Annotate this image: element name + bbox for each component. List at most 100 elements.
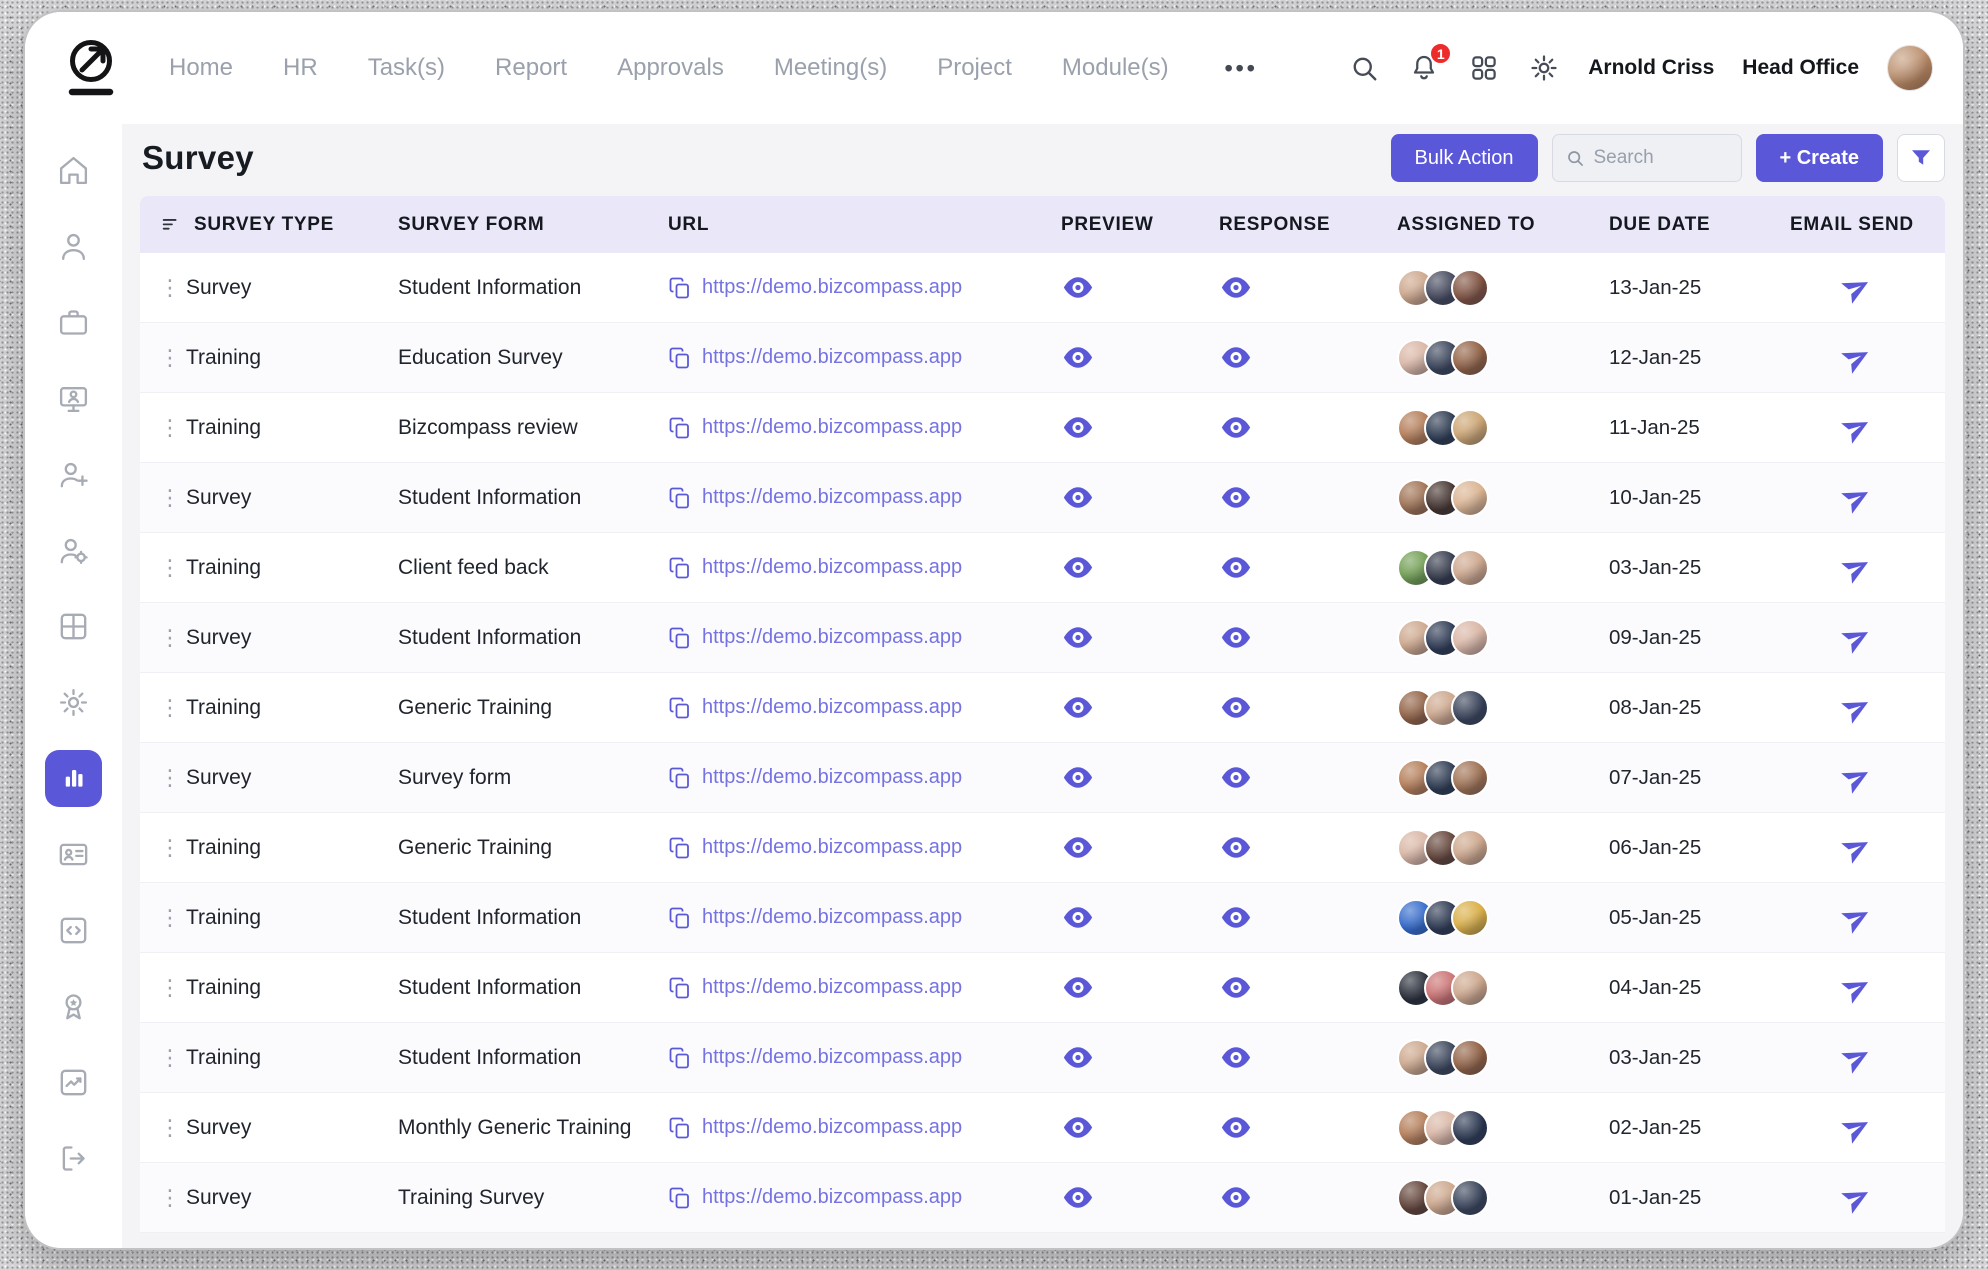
preview-eye-icon[interactable] bbox=[1063, 696, 1093, 719]
user-name[interactable]: Arnold Criss bbox=[1588, 56, 1714, 80]
notifications-bell-icon[interactable]: 1 bbox=[1408, 42, 1453, 84]
drag-handle-icon[interactable]: ⋮ bbox=[159, 276, 181, 299]
copy-url-icon[interactable] bbox=[668, 836, 692, 860]
copy-url-icon[interactable] bbox=[668, 346, 692, 370]
sidebar-add-user-icon[interactable] bbox=[25, 436, 122, 512]
search-box[interactable] bbox=[1551, 134, 1742, 182]
email-send-icon[interactable] bbox=[1837, 617, 1878, 658]
filter-button[interactable] bbox=[1897, 134, 1945, 182]
preview-eye-icon[interactable] bbox=[1063, 556, 1093, 579]
assigned-avatars[interactable] bbox=[1397, 478, 1601, 517]
nav-item[interactable]: Meeting(s) bbox=[774, 54, 887, 82]
assigned-avatars[interactable] bbox=[1397, 1038, 1601, 1077]
assignee-avatar[interactable] bbox=[1451, 688, 1489, 727]
email-send-icon[interactable] bbox=[1837, 337, 1878, 378]
search-input[interactable] bbox=[1593, 147, 1729, 169]
survey-url-link[interactable]: https://demo.bizcompass.app bbox=[702, 416, 962, 439]
nav-item[interactable]: Approvals bbox=[617, 54, 724, 82]
survey-url-link[interactable]: https://demo.bizcompass.app bbox=[702, 346, 962, 369]
drag-handle-icon[interactable]: ⋮ bbox=[159, 696, 181, 719]
drag-handle-icon[interactable]: ⋮ bbox=[159, 626, 181, 649]
copy-url-icon[interactable] bbox=[668, 556, 692, 580]
settings-gear-icon[interactable] bbox=[1528, 52, 1560, 84]
copy-url-icon[interactable] bbox=[668, 696, 692, 720]
survey-url-link[interactable]: https://demo.bizcompass.app bbox=[702, 1046, 962, 1069]
survey-url-link[interactable]: https://demo.bizcompass.app bbox=[702, 556, 962, 579]
nav-item[interactable]: Report bbox=[495, 54, 567, 82]
survey-url-link[interactable]: https://demo.bizcompass.app bbox=[702, 486, 962, 509]
email-send-icon[interactable] bbox=[1837, 1037, 1878, 1078]
response-eye-icon[interactable] bbox=[1221, 346, 1251, 369]
drag-handle-icon[interactable]: ⋮ bbox=[159, 766, 181, 789]
email-send-icon[interactable] bbox=[1837, 897, 1878, 938]
drag-handle-icon[interactable]: ⋮ bbox=[159, 1116, 181, 1139]
response-eye-icon[interactable] bbox=[1221, 1186, 1251, 1209]
preview-eye-icon[interactable] bbox=[1063, 486, 1093, 509]
preview-eye-icon[interactable] bbox=[1063, 346, 1093, 369]
nav-item[interactable]: Task(s) bbox=[368, 54, 445, 82]
survey-url-link[interactable]: https://demo.bizcompass.app bbox=[702, 836, 962, 859]
assigned-avatars[interactable] bbox=[1397, 618, 1601, 657]
preview-eye-icon[interactable] bbox=[1063, 766, 1093, 789]
sidebar-logout-icon[interactable] bbox=[25, 1120, 122, 1196]
response-eye-icon[interactable] bbox=[1221, 486, 1251, 509]
email-send-icon[interactable] bbox=[1837, 827, 1878, 868]
header-survey-type[interactable]: SURVEY TYPE bbox=[140, 214, 390, 236]
preview-eye-icon[interactable] bbox=[1063, 276, 1093, 299]
response-eye-icon[interactable] bbox=[1221, 416, 1251, 439]
survey-url-link[interactable]: https://demo.bizcompass.app bbox=[702, 906, 962, 929]
preview-eye-icon[interactable] bbox=[1063, 1186, 1093, 1209]
drag-handle-icon[interactable]: ⋮ bbox=[159, 976, 181, 999]
drag-handle-icon[interactable]: ⋮ bbox=[159, 1046, 181, 1069]
assigned-avatars[interactable] bbox=[1397, 268, 1601, 307]
copy-url-icon[interactable] bbox=[668, 766, 692, 790]
survey-url-link[interactable]: https://demo.bizcompass.app bbox=[702, 276, 962, 299]
response-eye-icon[interactable] bbox=[1221, 626, 1251, 649]
drag-handle-icon[interactable]: ⋮ bbox=[159, 416, 181, 439]
drag-handle-icon[interactable]: ⋮ bbox=[159, 836, 181, 859]
email-send-icon[interactable] bbox=[1837, 687, 1878, 728]
copy-url-icon[interactable] bbox=[668, 976, 692, 1000]
sidebar-idcard-icon[interactable] bbox=[25, 816, 122, 892]
email-send-icon[interactable] bbox=[1837, 267, 1878, 308]
assigned-avatars[interactable] bbox=[1397, 408, 1601, 447]
survey-url-link[interactable]: https://demo.bizcompass.app bbox=[702, 1186, 962, 1209]
response-eye-icon[interactable] bbox=[1221, 976, 1251, 999]
drag-handle-icon[interactable]: ⋮ bbox=[159, 556, 181, 579]
sidebar-rewards-icon[interactable] bbox=[25, 968, 122, 1044]
survey-url-link[interactable]: https://demo.bizcompass.app bbox=[702, 626, 962, 649]
response-eye-icon[interactable] bbox=[1221, 1046, 1251, 1069]
response-eye-icon[interactable] bbox=[1221, 836, 1251, 859]
assignee-avatar[interactable] bbox=[1451, 408, 1489, 447]
assigned-avatars[interactable] bbox=[1397, 828, 1601, 867]
sidebar-home-icon[interactable] bbox=[25, 132, 122, 208]
office-selector[interactable]: Head Office bbox=[1742, 56, 1859, 80]
assignee-avatar[interactable] bbox=[1451, 828, 1489, 867]
assigned-avatars[interactable] bbox=[1397, 1178, 1601, 1217]
email-send-icon[interactable] bbox=[1837, 547, 1878, 588]
copy-url-icon[interactable] bbox=[668, 906, 692, 930]
copy-url-icon[interactable] bbox=[668, 1046, 692, 1070]
apps-grid-icon[interactable] bbox=[1468, 52, 1500, 84]
copy-url-icon[interactable] bbox=[668, 276, 692, 300]
assignee-avatar[interactable] bbox=[1451, 548, 1489, 587]
app-logo[interactable] bbox=[59, 36, 123, 100]
nav-item[interactable]: HR bbox=[283, 54, 318, 82]
copy-url-icon[interactable] bbox=[668, 1116, 692, 1140]
nav-item[interactable]: Module(s) bbox=[1062, 54, 1169, 82]
email-send-icon[interactable] bbox=[1837, 967, 1878, 1008]
copy-url-icon[interactable] bbox=[668, 626, 692, 650]
response-eye-icon[interactable] bbox=[1221, 766, 1251, 789]
survey-url-link[interactable]: https://demo.bizcompass.app bbox=[702, 1116, 962, 1139]
sidebar-code-icon[interactable] bbox=[25, 892, 122, 968]
response-eye-icon[interactable] bbox=[1221, 1116, 1251, 1139]
copy-url-icon[interactable] bbox=[668, 1186, 692, 1210]
email-send-icon[interactable] bbox=[1837, 1177, 1878, 1218]
email-send-icon[interactable] bbox=[1837, 407, 1878, 448]
survey-url-link[interactable]: https://demo.bizcompass.app bbox=[702, 696, 962, 719]
sidebar-analytics-icon[interactable] bbox=[25, 1044, 122, 1120]
more-menu-icon[interactable]: ••• bbox=[1225, 55, 1258, 82]
nav-item[interactable]: Home bbox=[169, 54, 233, 82]
preview-eye-icon[interactable] bbox=[1063, 416, 1093, 439]
bulk-action-button[interactable]: Bulk Action bbox=[1390, 134, 1538, 182]
